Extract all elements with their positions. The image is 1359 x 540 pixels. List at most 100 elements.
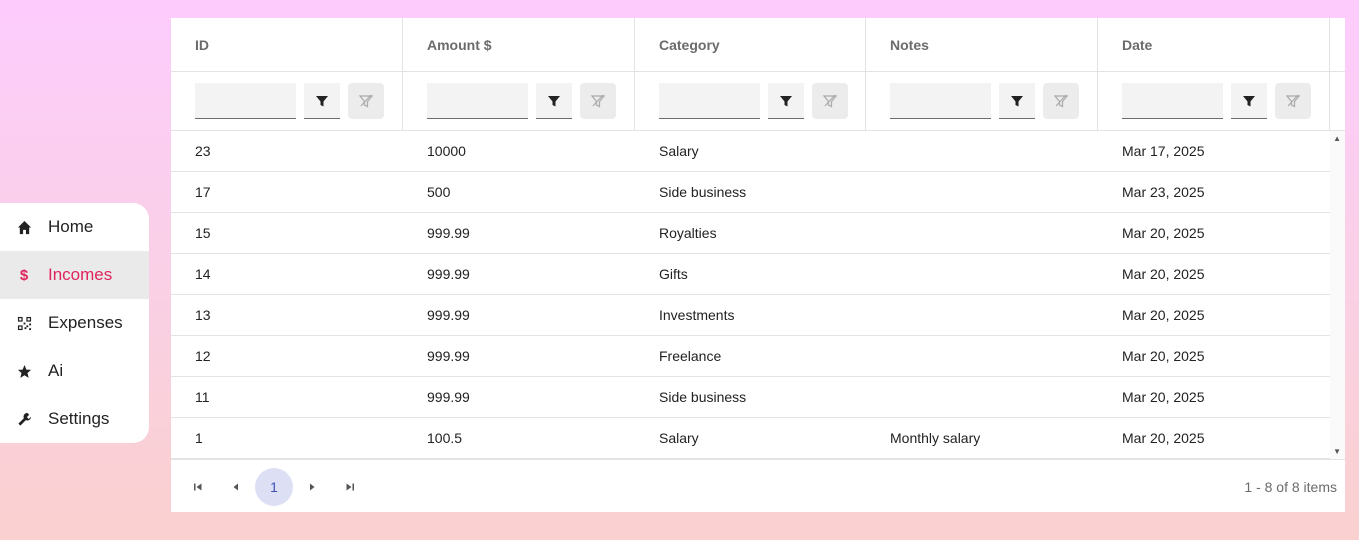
sidebar-item-expenses[interactable]: Expenses bbox=[0, 299, 149, 347]
category-clear-filter-button[interactable] bbox=[812, 83, 848, 119]
cell-date: Mar 20, 2025 bbox=[1122, 307, 1205, 323]
sidebar-item-home[interactable]: Home bbox=[0, 203, 149, 251]
next-page-icon bbox=[310, 483, 315, 491]
column-header-date[interactable]: Date bbox=[1098, 18, 1330, 71]
cell-id: 23 bbox=[195, 143, 211, 159]
filter-icon bbox=[780, 95, 792, 106]
clear-filter-icon bbox=[1054, 94, 1068, 108]
cell-notes bbox=[866, 295, 1098, 335]
scroll-up-icon[interactable]: ▲ bbox=[1333, 134, 1341, 143]
date-filter-button[interactable] bbox=[1231, 83, 1267, 119]
column-header-category[interactable]: Category bbox=[635, 18, 866, 71]
cell-notes bbox=[866, 254, 1098, 294]
cell-notes: Monthly salary bbox=[890, 430, 981, 446]
clear-filter-icon bbox=[359, 94, 373, 108]
first-page-button[interactable] bbox=[179, 468, 217, 506]
filter-icon bbox=[1011, 95, 1023, 106]
dollar-icon: $ bbox=[19, 266, 29, 284]
amount-filter-button[interactable] bbox=[536, 83, 572, 119]
filter-cell-id bbox=[171, 72, 403, 130]
table-row[interactable]: 15 999.99 Royalties Mar 20, 2025 bbox=[171, 213, 1330, 254]
cell-amount: 500 bbox=[427, 184, 451, 200]
pager: 1 1 - 8 of 8 items bbox=[171, 459, 1345, 512]
sidebar-item-settings[interactable]: Settings bbox=[0, 395, 149, 443]
page-number-button[interactable]: 1 bbox=[255, 468, 293, 506]
table-row[interactable]: 13 999.99 Investments Mar 20, 2025 bbox=[171, 295, 1330, 336]
sidebar-item-label: Incomes bbox=[48, 265, 113, 284]
cell-category: Salary bbox=[659, 143, 699, 159]
last-page-icon bbox=[346, 483, 354, 491]
table-row[interactable]: 23 10000 Salary Mar 17, 2025 bbox=[171, 131, 1330, 172]
date-filter-input[interactable] bbox=[1122, 83, 1223, 119]
cell-id: 11 bbox=[195, 389, 210, 405]
filter-spacer bbox=[1330, 72, 1345, 130]
clear-filter-icon bbox=[823, 94, 837, 108]
cell-date: Mar 20, 2025 bbox=[1122, 348, 1205, 364]
column-header-amount[interactable]: Amount $ bbox=[403, 18, 635, 71]
sidebar: Home $ Incomes Expenses Ai Settings bbox=[0, 203, 149, 443]
cell-notes bbox=[866, 336, 1098, 376]
cell-id: 14 bbox=[195, 266, 211, 282]
id-filter-input[interactable] bbox=[195, 83, 296, 119]
incomes-grid: ID Amount $ Category Notes Date 23 10000 S… bbox=[171, 18, 1345, 512]
clear-filter-icon bbox=[591, 94, 605, 108]
amount-filter-input[interactable] bbox=[427, 83, 528, 119]
cell-amount: 999.99 bbox=[427, 389, 470, 405]
last-page-button[interactable] bbox=[331, 468, 369, 506]
cell-category: Side business bbox=[659, 184, 747, 200]
filter-icon bbox=[548, 95, 560, 106]
cell-category: Royalties bbox=[659, 225, 717, 241]
column-header-id[interactable]: ID bbox=[171, 18, 403, 71]
column-header-notes[interactable]: Notes bbox=[866, 18, 1098, 71]
notes-clear-filter-button[interactable] bbox=[1043, 83, 1079, 119]
clear-filter-icon bbox=[1286, 94, 1300, 108]
cell-amount: 999.99 bbox=[427, 225, 470, 241]
id-clear-filter-button[interactable] bbox=[348, 83, 384, 119]
cell-amount: 999.99 bbox=[427, 348, 470, 364]
table-row[interactable]: 14 999.99 Gifts Mar 20, 2025 bbox=[171, 254, 1330, 295]
prev-page-icon bbox=[233, 483, 238, 491]
grid-body: 23 10000 Salary Mar 17, 2025 17 500 Side busin… bbox=[171, 131, 1345, 459]
category-filter-button[interactable] bbox=[768, 83, 804, 119]
scroll-down-icon[interactable]: ▼ bbox=[1333, 447, 1341, 456]
cell-amount: 999.99 bbox=[427, 307, 470, 323]
cell-amount: 999.99 bbox=[427, 266, 470, 282]
filter-cell-notes bbox=[866, 72, 1098, 130]
pager-info: 1 - 8 of 8 items bbox=[1244, 479, 1337, 495]
grid-filter-row bbox=[171, 72, 1345, 131]
grid-header-row: ID Amount $ Category Notes Date bbox=[171, 18, 1345, 72]
cell-date: Mar 20, 2025 bbox=[1122, 430, 1205, 446]
first-page-icon bbox=[194, 483, 202, 491]
vertical-scrollbar[interactable]: ▲ ▼ bbox=[1330, 131, 1345, 459]
home-icon bbox=[0, 220, 48, 235]
cell-amount: 100.5 bbox=[427, 430, 463, 446]
sidebar-item-incomes[interactable]: $ Incomes bbox=[0, 251, 149, 299]
cell-id: 12 bbox=[195, 348, 211, 364]
cell-category: Side business bbox=[659, 389, 747, 405]
sidebar-item-ai[interactable]: Ai bbox=[0, 347, 149, 395]
notes-filter-button[interactable] bbox=[999, 83, 1035, 119]
star-icon bbox=[0, 364, 48, 379]
id-filter-button[interactable] bbox=[304, 83, 340, 119]
filter-cell-amount bbox=[403, 72, 635, 130]
cell-date: Mar 20, 2025 bbox=[1122, 266, 1205, 282]
notes-filter-input[interactable] bbox=[890, 83, 991, 119]
cell-date: Mar 20, 2025 bbox=[1122, 389, 1205, 405]
next-page-button[interactable] bbox=[293, 468, 331, 506]
qr-code-icon bbox=[0, 316, 48, 331]
amount-clear-filter-button[interactable] bbox=[580, 83, 616, 119]
table-row[interactable]: 11 999.99 Side business Mar 20, 2025 bbox=[171, 377, 1330, 418]
cell-amount: 10000 bbox=[427, 143, 466, 159]
category-filter-input[interactable] bbox=[659, 83, 760, 119]
cell-category: Investments bbox=[659, 307, 735, 323]
table-row[interactable]: 12 999.99 Freelance Mar 20, 2025 bbox=[171, 336, 1330, 377]
header-spacer bbox=[1330, 18, 1345, 71]
cell-id: 17 bbox=[195, 184, 211, 200]
date-clear-filter-button[interactable] bbox=[1275, 83, 1311, 119]
filter-cell-category bbox=[635, 72, 866, 130]
cell-date: Mar 23, 2025 bbox=[1122, 184, 1205, 200]
table-row[interactable]: 17 500 Side business Mar 23, 2025 bbox=[171, 172, 1330, 213]
prev-page-button[interactable] bbox=[217, 468, 255, 506]
table-row[interactable]: 1 100.5 Salary Monthly salary Mar 20, 2025 bbox=[171, 418, 1330, 459]
cell-id: 1 bbox=[195, 430, 203, 446]
